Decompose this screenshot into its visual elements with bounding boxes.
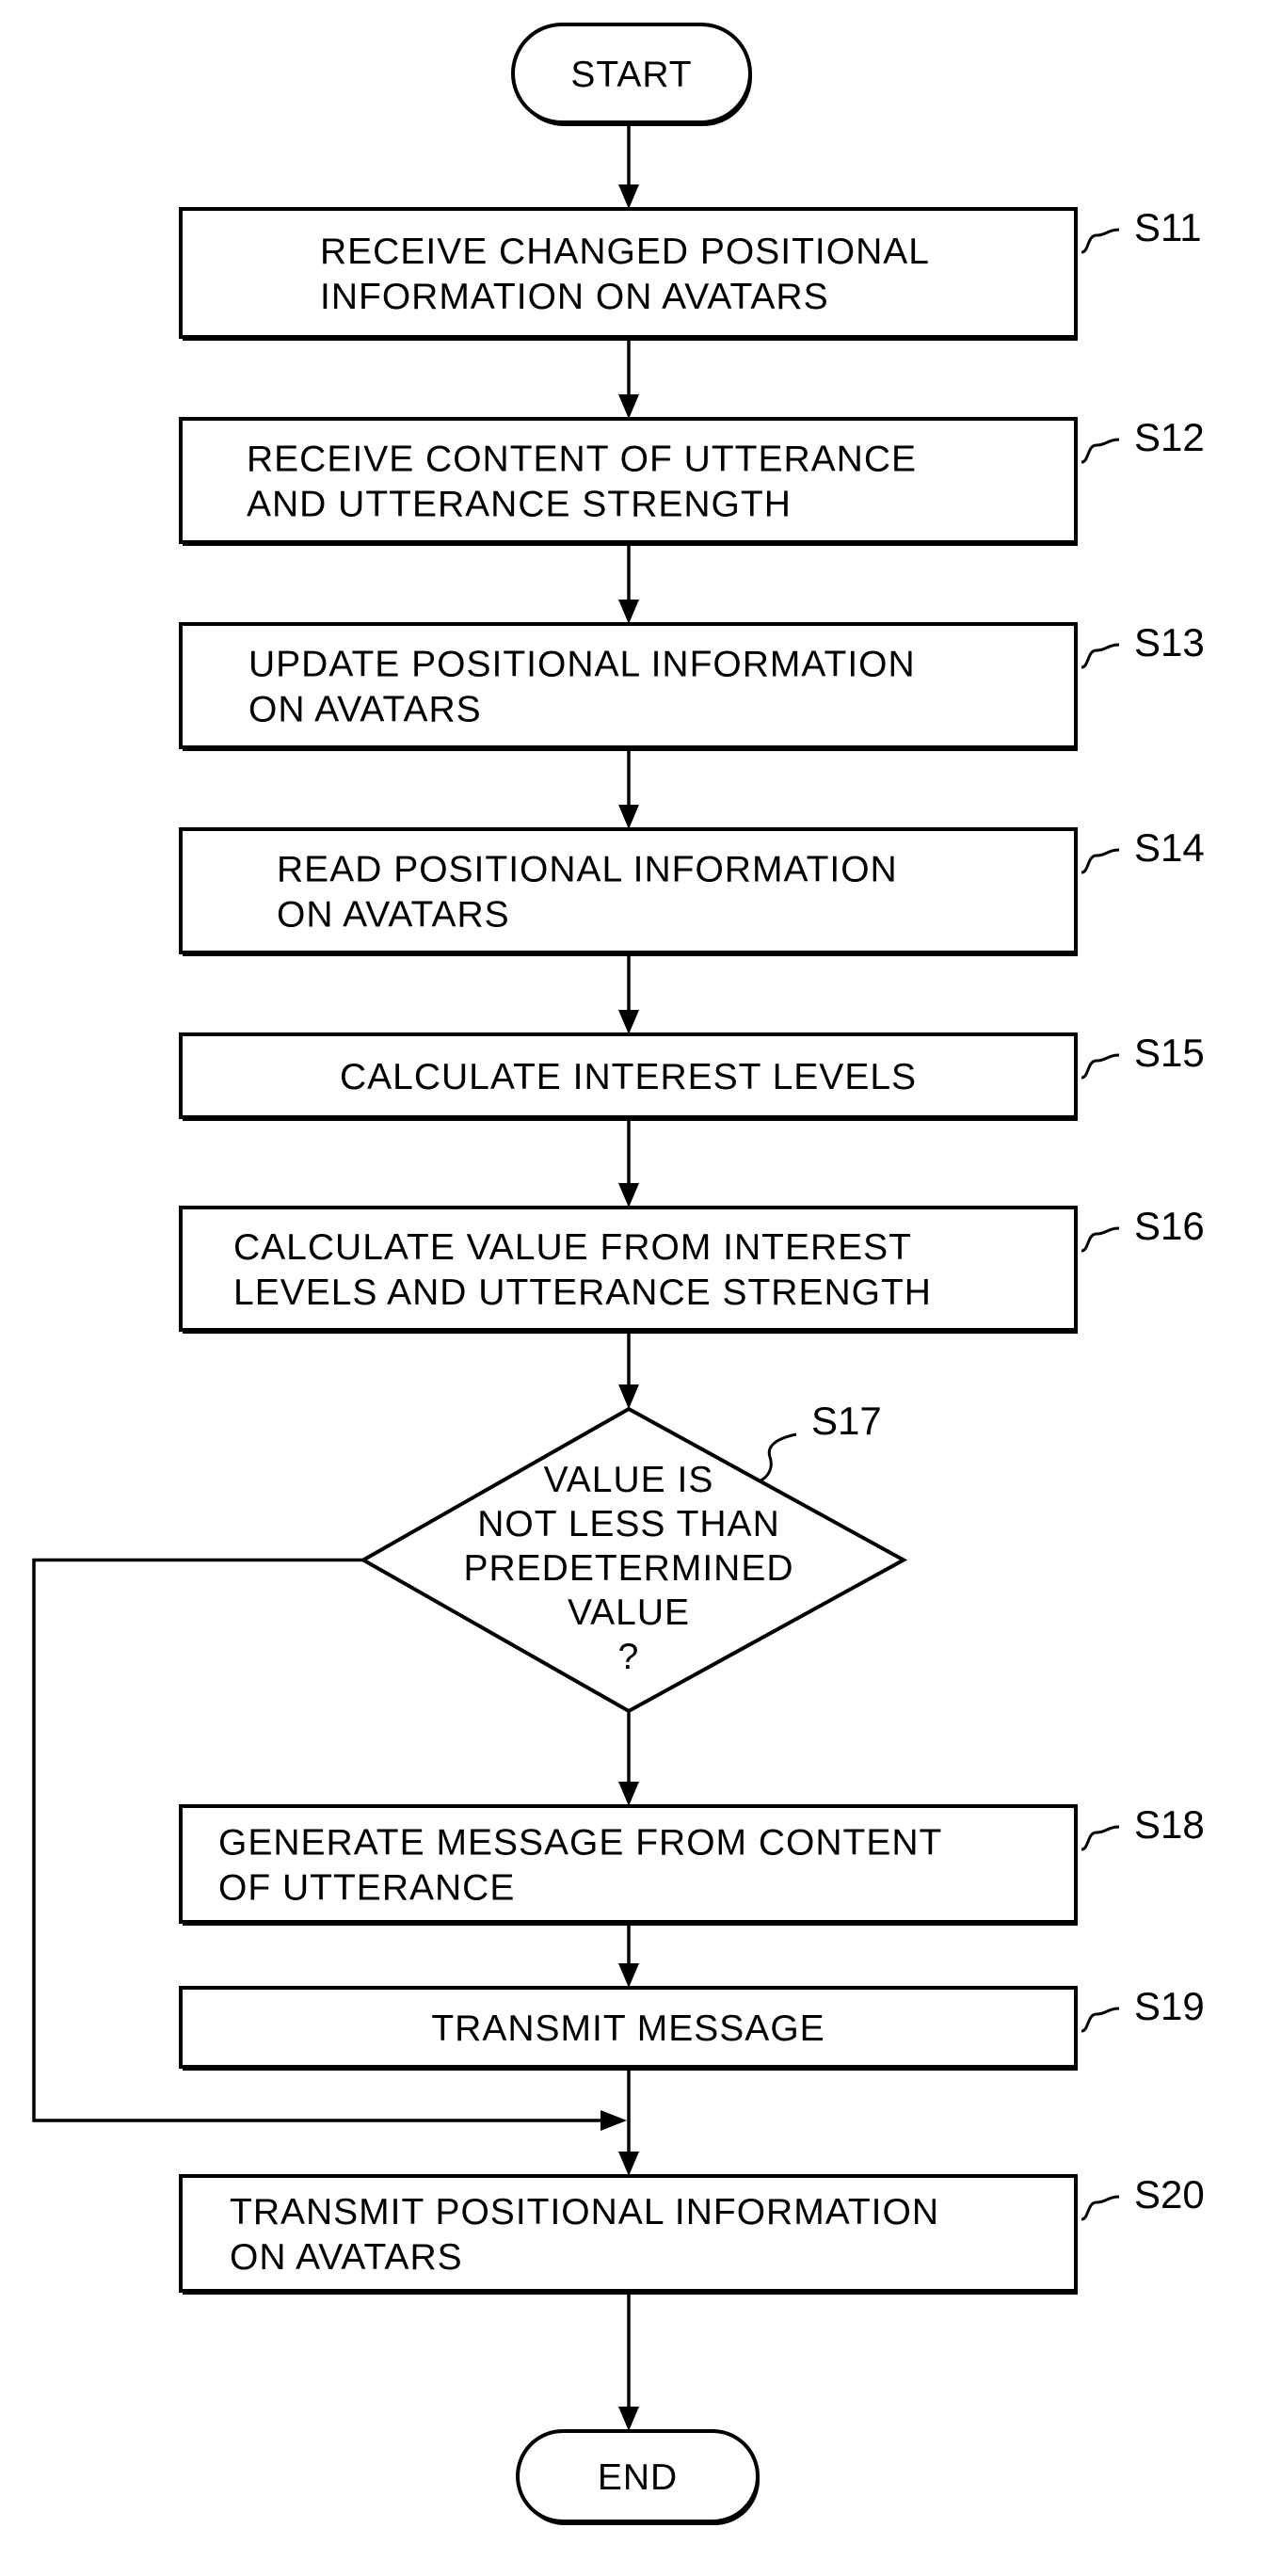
edge-s20-end-arrowhead <box>618 2407 639 2431</box>
decision-text: NOT LESS THAN <box>477 1504 779 1544</box>
process-text: INFORMATION ON AVATARS <box>320 277 829 317</box>
step-id: S13 <box>1134 620 1205 664</box>
process-step-s14: READ POSITIONAL INFORMATION ON AVATARS <box>179 827 1078 956</box>
process-box <box>179 207 1078 339</box>
process-text: AND UTTERANCE STRENGTH <box>247 485 792 525</box>
step-label-s17: S17 <box>758 1399 882 1483</box>
step-id: S11 <box>1134 205 1202 249</box>
process-step-s13: UPDATE POSITIONAL INFORMATION ON AVATARS <box>179 622 1078 751</box>
decision-text: VALUE IS <box>544 1460 714 1500</box>
step-label-s12: S12 <box>1081 415 1205 464</box>
leader-line <box>758 1432 797 1483</box>
process-text: RECEIVE CONTENT OF UTTERANCE <box>247 440 917 480</box>
edge-s17-s20-no-arrowhead <box>600 2110 627 2131</box>
leader-line <box>1081 438 1120 464</box>
process-step-s15: CALCULATE INTEREST LEVELS <box>179 1032 1078 1121</box>
decision-text: ? <box>618 1637 640 1677</box>
edge-s13-s14-arrowhead <box>618 805 639 829</box>
step-label-s18: S18 <box>1081 1802 1205 1851</box>
leader-line <box>1081 228 1120 254</box>
decision-text: PREDETERMINED <box>463 1548 793 1589</box>
step-label-s14: S14 <box>1081 825 1205 874</box>
process-text: READ POSITIONAL INFORMATION <box>277 850 898 890</box>
process-text: UPDATE POSITIONAL INFORMATION <box>248 645 916 685</box>
step-id: S15 <box>1134 1031 1205 1075</box>
process-step-s19: TRANSMIT MESSAGE <box>179 1986 1078 2071</box>
leader-line <box>1081 2007 1120 2033</box>
step-label-s19: S19 <box>1081 1984 1205 2033</box>
decision-step-s17: VALUE ISNOT LESS THANPREDETERMINEDVALUE? <box>359 1406 908 1714</box>
edge-s12-s13-arrowhead <box>618 600 639 624</box>
edge-s17-s18-yes-arrowhead <box>618 1782 639 1806</box>
end-terminal: END <box>516 2429 760 2525</box>
process-step-s11: RECEIVE CHANGED POSITIONAL INFORMATION ON… <box>179 207 1078 341</box>
edge-s14-s15-arrowhead <box>618 1010 639 1034</box>
leader-line <box>1081 2195 1120 2221</box>
terminal-label: END <box>598 2457 678 2498</box>
step-id: S18 <box>1134 1802 1205 1847</box>
flowchart: START END RECEIVE CHANGED POSITIONAL INFORM… <box>32 23 1205 2525</box>
step-id: S19 <box>1134 1984 1205 2028</box>
edge-s16-s17-arrowhead <box>618 1384 639 1409</box>
process-step-s18: GENERATE MESSAGE FROM CONTENTOF UTTERANC… <box>179 1804 1078 1926</box>
process-text: CALCULATE INTEREST LEVELS <box>340 1057 917 1097</box>
step-id: S14 <box>1134 825 1205 870</box>
leader-line <box>1081 1226 1120 1253</box>
edge-s18-s19-arrowhead <box>618 1963 639 1988</box>
edge-s19-s20-arrowhead <box>618 2152 639 2176</box>
edge-s11-s12-arrowhead <box>618 394 639 419</box>
step-label-s15: S15 <box>1081 1031 1205 1080</box>
process-step-s20: TRANSMIT POSITIONAL INFORMATION ON AVATAR… <box>179 2174 1078 2295</box>
process-text: TRANSMIT POSITIONAL INFORMATION <box>230 2192 939 2232</box>
leader-line <box>1081 848 1120 874</box>
leader-line <box>1081 1825 1120 1851</box>
step-label-s20: S20 <box>1081 2172 1205 2221</box>
process-text: ON AVATARS <box>277 895 510 936</box>
process-text: GENERATE MESSAGE FROM CONTENT <box>218 1823 942 1864</box>
start-terminal: START <box>511 23 752 126</box>
leader-line <box>1081 643 1120 669</box>
step-label-s13: S13 <box>1081 620 1205 669</box>
process-text: CALCULATE VALUE FROM INTEREST <box>233 1227 912 1268</box>
edge-s15-s16-arrowhead <box>618 1183 639 1208</box>
step-label-s11: S11 <box>1081 205 1202 254</box>
process-step-s16: CALCULATE VALUE FROM INTERESTLEVELS AND … <box>179 1206 1078 1334</box>
process-text: ON AVATARS <box>230 2237 463 2278</box>
step-label-s16: S16 <box>1081 1204 1205 1253</box>
terminal-label: START <box>570 55 692 95</box>
decision-text: VALUE <box>568 1592 690 1633</box>
edge-start-s11-arrowhead <box>618 184 639 209</box>
process-step-s12: RECEIVE CONTENT OF UTTERANCE AND UTTERANC… <box>179 417 1078 546</box>
leader-line <box>1081 1053 1120 1080</box>
process-text: RECEIVE CHANGED POSITIONAL <box>320 232 930 272</box>
process-text: ON AVATARS <box>248 690 482 730</box>
step-id: S17 <box>811 1399 882 1443</box>
process-text: TRANSMIT MESSAGE <box>431 2008 825 2049</box>
process-text: LEVELS AND UTTERANCE STRENGTH <box>233 1272 932 1313</box>
step-id: S12 <box>1134 415 1205 459</box>
process-text: OF UTTERANCE <box>218 1868 515 1909</box>
step-id: S20 <box>1134 2172 1205 2216</box>
step-id: S16 <box>1134 1204 1205 1248</box>
